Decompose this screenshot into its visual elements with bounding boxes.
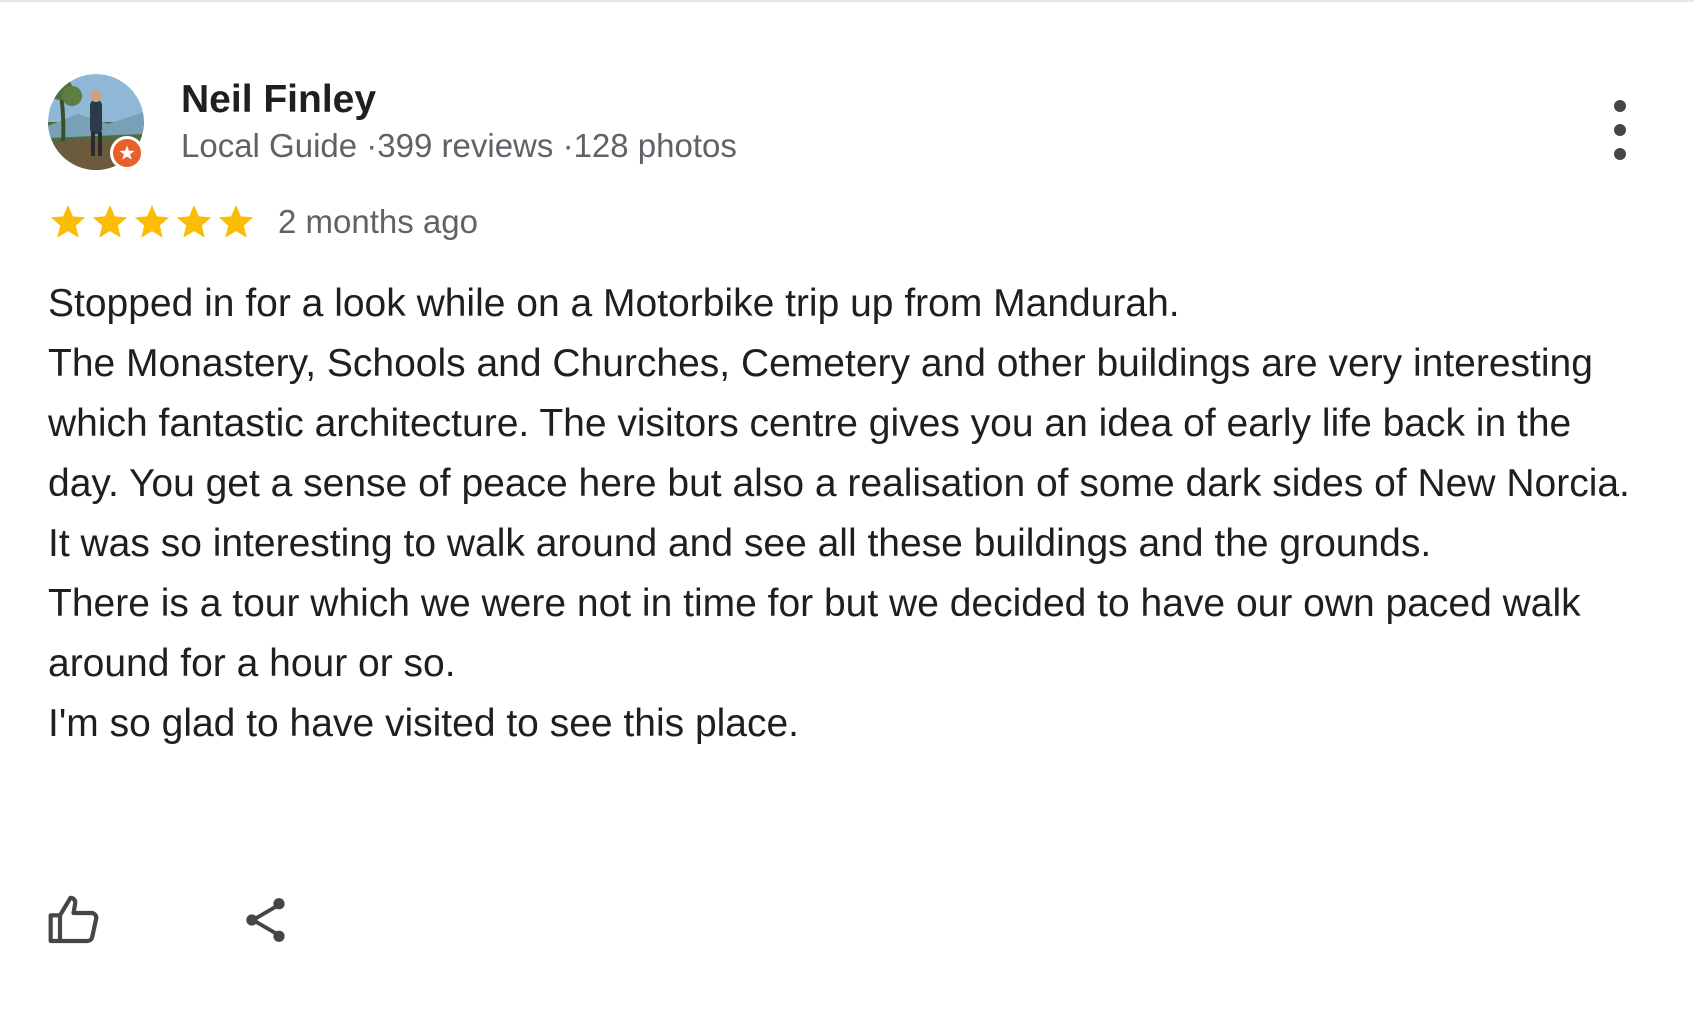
meta-separator: · [366, 127, 378, 164]
star-icon [92, 205, 128, 238]
share-button[interactable] [234, 888, 298, 952]
review-paragraph: Stopped in for a look while on a Motorbi… [48, 282, 1180, 325]
like-button[interactable] [42, 888, 106, 952]
meta-separator: · [562, 127, 574, 164]
review-card: Neil Finley Local Guide ·399 reviews ·12… [48, 72, 1648, 754]
review-date: 2 months ago [278, 203, 478, 240]
star-icon [134, 205, 170, 238]
review-header: Neil Finley Local Guide ·399 reviews ·12… [48, 72, 1648, 172]
review-paragraph: There is a tour which we were not in tim… [48, 582, 1581, 685]
kebab-dot [1614, 124, 1626, 136]
local-guide-label: Local Guide [181, 127, 358, 164]
avatar[interactable] [48, 74, 144, 170]
star-icon [176, 205, 212, 238]
review-paragraph: It was so interesting to walk around and… [48, 522, 1432, 565]
share-icon [246, 898, 285, 942]
photo-count: 128 photos [573, 127, 737, 164]
review-count: 399 reviews [377, 127, 554, 164]
kebab-dot [1614, 100, 1626, 112]
review-actions [48, 888, 298, 952]
author-meta: Local Guide ·399 reviews ·128 photos [181, 124, 737, 168]
review-paragraph: The Monastery, Schools and Churches, Cem… [48, 342, 1630, 505]
author-info: Neil Finley Local Guide ·399 reviews ·12… [181, 76, 737, 168]
rating-row: 2 months ago [48, 200, 1648, 244]
author-name[interactable]: Neil Finley [181, 76, 737, 124]
review-paragraph: I'm so glad to have visited to see this … [48, 702, 800, 745]
thumbs-up-icon [48, 895, 99, 944]
local-guide-badge-icon [110, 136, 144, 170]
kebab-dot [1614, 148, 1626, 160]
top-divider [0, 0, 1694, 2]
star-icon [218, 205, 254, 238]
star-icon [50, 205, 86, 238]
review-text: Stopped in for a look while on a Motorbi… [48, 274, 1648, 754]
more-options-icon[interactable] [1608, 100, 1632, 160]
star-rating [48, 202, 256, 242]
